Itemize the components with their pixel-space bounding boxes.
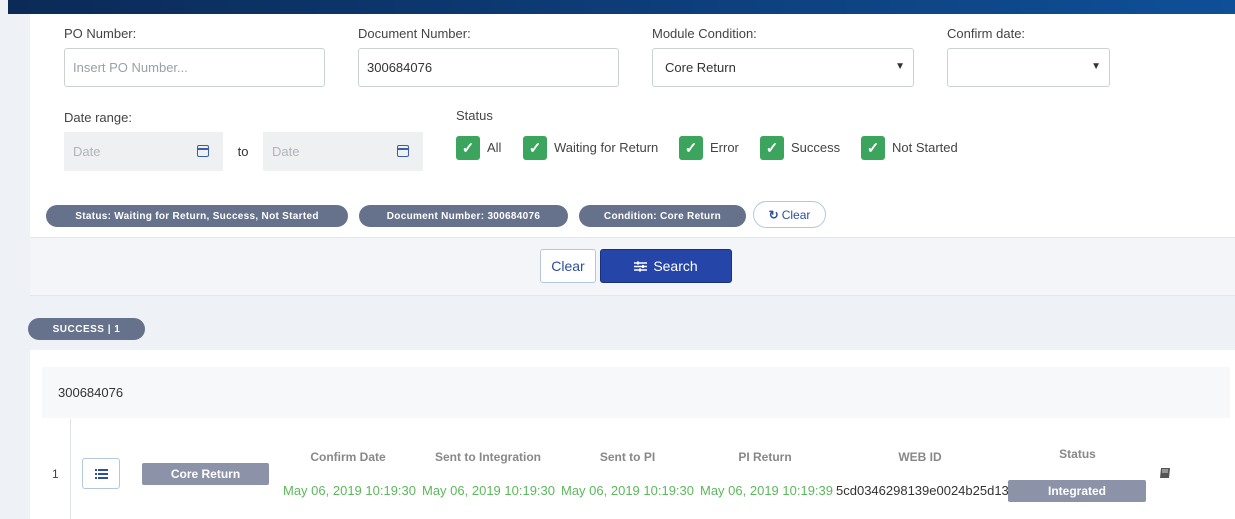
check-icon: ✓ [461, 140, 475, 157]
column-header-sent-to-pi: Sent to PI [599, 450, 656, 464]
clear-filters-chip[interactable]: ↻ Clear [753, 201, 826, 228]
date-to-placeholder: Date [272, 144, 300, 159]
sent-to-integration-value: May 06, 2019 10:19:30 [422, 483, 555, 498]
status-all-label: All [487, 140, 502, 155]
clear-filters-label: Clear [781, 207, 811, 222]
calendar-icon[interactable] [397, 145, 409, 157]
result-group-title: 300684076 [42, 367, 1230, 418]
search-button-label: Search [653, 258, 698, 274]
filter-chip-status[interactable]: Status: Waiting for Return, Success, Not… [46, 205, 348, 227]
chevron-down-icon: ▼ [895, 61, 905, 72]
po-number-label: PO Number: [64, 26, 137, 41]
confirm-date-value: May 06, 2019 10:19:30 [283, 483, 416, 498]
status-label: Status [456, 108, 493, 123]
date-from-placeholder: Date [73, 144, 101, 159]
sliders-icon [634, 261, 648, 271]
refresh-icon: ↻ [768, 207, 779, 222]
row-index: 1 [52, 467, 59, 481]
details-button[interactable] [82, 458, 120, 489]
status-badge: Integrated [1008, 480, 1146, 502]
calendar-icon[interactable] [197, 145, 209, 157]
status-waiting-checkbox[interactable]: ✓ [523, 136, 547, 160]
web-id-value: 5cd0346298139e0024b25d13 [836, 483, 1009, 498]
module-condition-label: Module Condition: [652, 26, 757, 41]
module-condition-value: Core Return [665, 60, 736, 75]
book-icon[interactable] [1159, 467, 1171, 479]
pi-return-value: May 06, 2019 10:19:39 [700, 483, 833, 498]
module-condition-select[interactable]: Core Return ▼ [652, 48, 914, 87]
date-range-label: Date range: [64, 110, 132, 125]
status-all-checkbox[interactable]: ✓ [456, 136, 480, 160]
status-success-label: Success [791, 140, 841, 155]
check-icon: ✓ [866, 140, 880, 157]
document-number-label: Document Number: [358, 26, 471, 41]
po-number-input[interactable]: Insert PO Number... [64, 48, 325, 87]
document-number-input[interactable]: 300684076 [358, 48, 619, 87]
status-not-started-label: Not Started [892, 140, 958, 155]
result-count-badge: SUCCESS | 1 [28, 318, 145, 340]
list-icon [94, 468, 108, 479]
confirm-date-label: Confirm date: [947, 26, 1026, 41]
check-icon: ✓ [684, 140, 698, 157]
status-error-checkbox[interactable]: ✓ [679, 136, 703, 160]
check-icon: ✓ [528, 140, 542, 157]
filter-chip-condition[interactable]: Condition: Core Return [579, 205, 746, 227]
row-divider [70, 419, 71, 519]
confirm-date-select[interactable]: ▼ [947, 48, 1110, 87]
check-icon: ✓ [765, 140, 779, 157]
date-range-separator: to [223, 132, 263, 171]
column-header-confirm-date: Confirm Date [310, 450, 386, 464]
column-header-pi-return: PI Return [738, 450, 792, 464]
status-not-started-checkbox[interactable]: ✓ [861, 136, 885, 160]
top-accent-bar [8, 0, 1235, 14]
search-button[interactable]: Search [600, 249, 732, 283]
date-to-input[interactable]: Date [263, 132, 423, 171]
column-header-status: Status [1059, 447, 1096, 461]
status-error-label: Error [710, 140, 739, 155]
condition-tag: Core Return [142, 463, 269, 485]
chevron-down-icon: ▼ [1091, 61, 1101, 72]
filter-chip-document[interactable]: Document Number: 300684076 [359, 205, 568, 227]
column-header-sent-to-integration: Sent to Integration [435, 450, 541, 464]
clear-button[interactable]: Clear [540, 249, 596, 283]
status-waiting-label: Waiting for Return [554, 140, 659, 155]
column-header-web-id: WEB ID [898, 450, 942, 464]
date-from-input[interactable]: Date [64, 132, 223, 171]
sent-to-pi-value: May 06, 2019 10:19:30 [561, 483, 694, 498]
status-success-checkbox[interactable]: ✓ [760, 136, 784, 160]
